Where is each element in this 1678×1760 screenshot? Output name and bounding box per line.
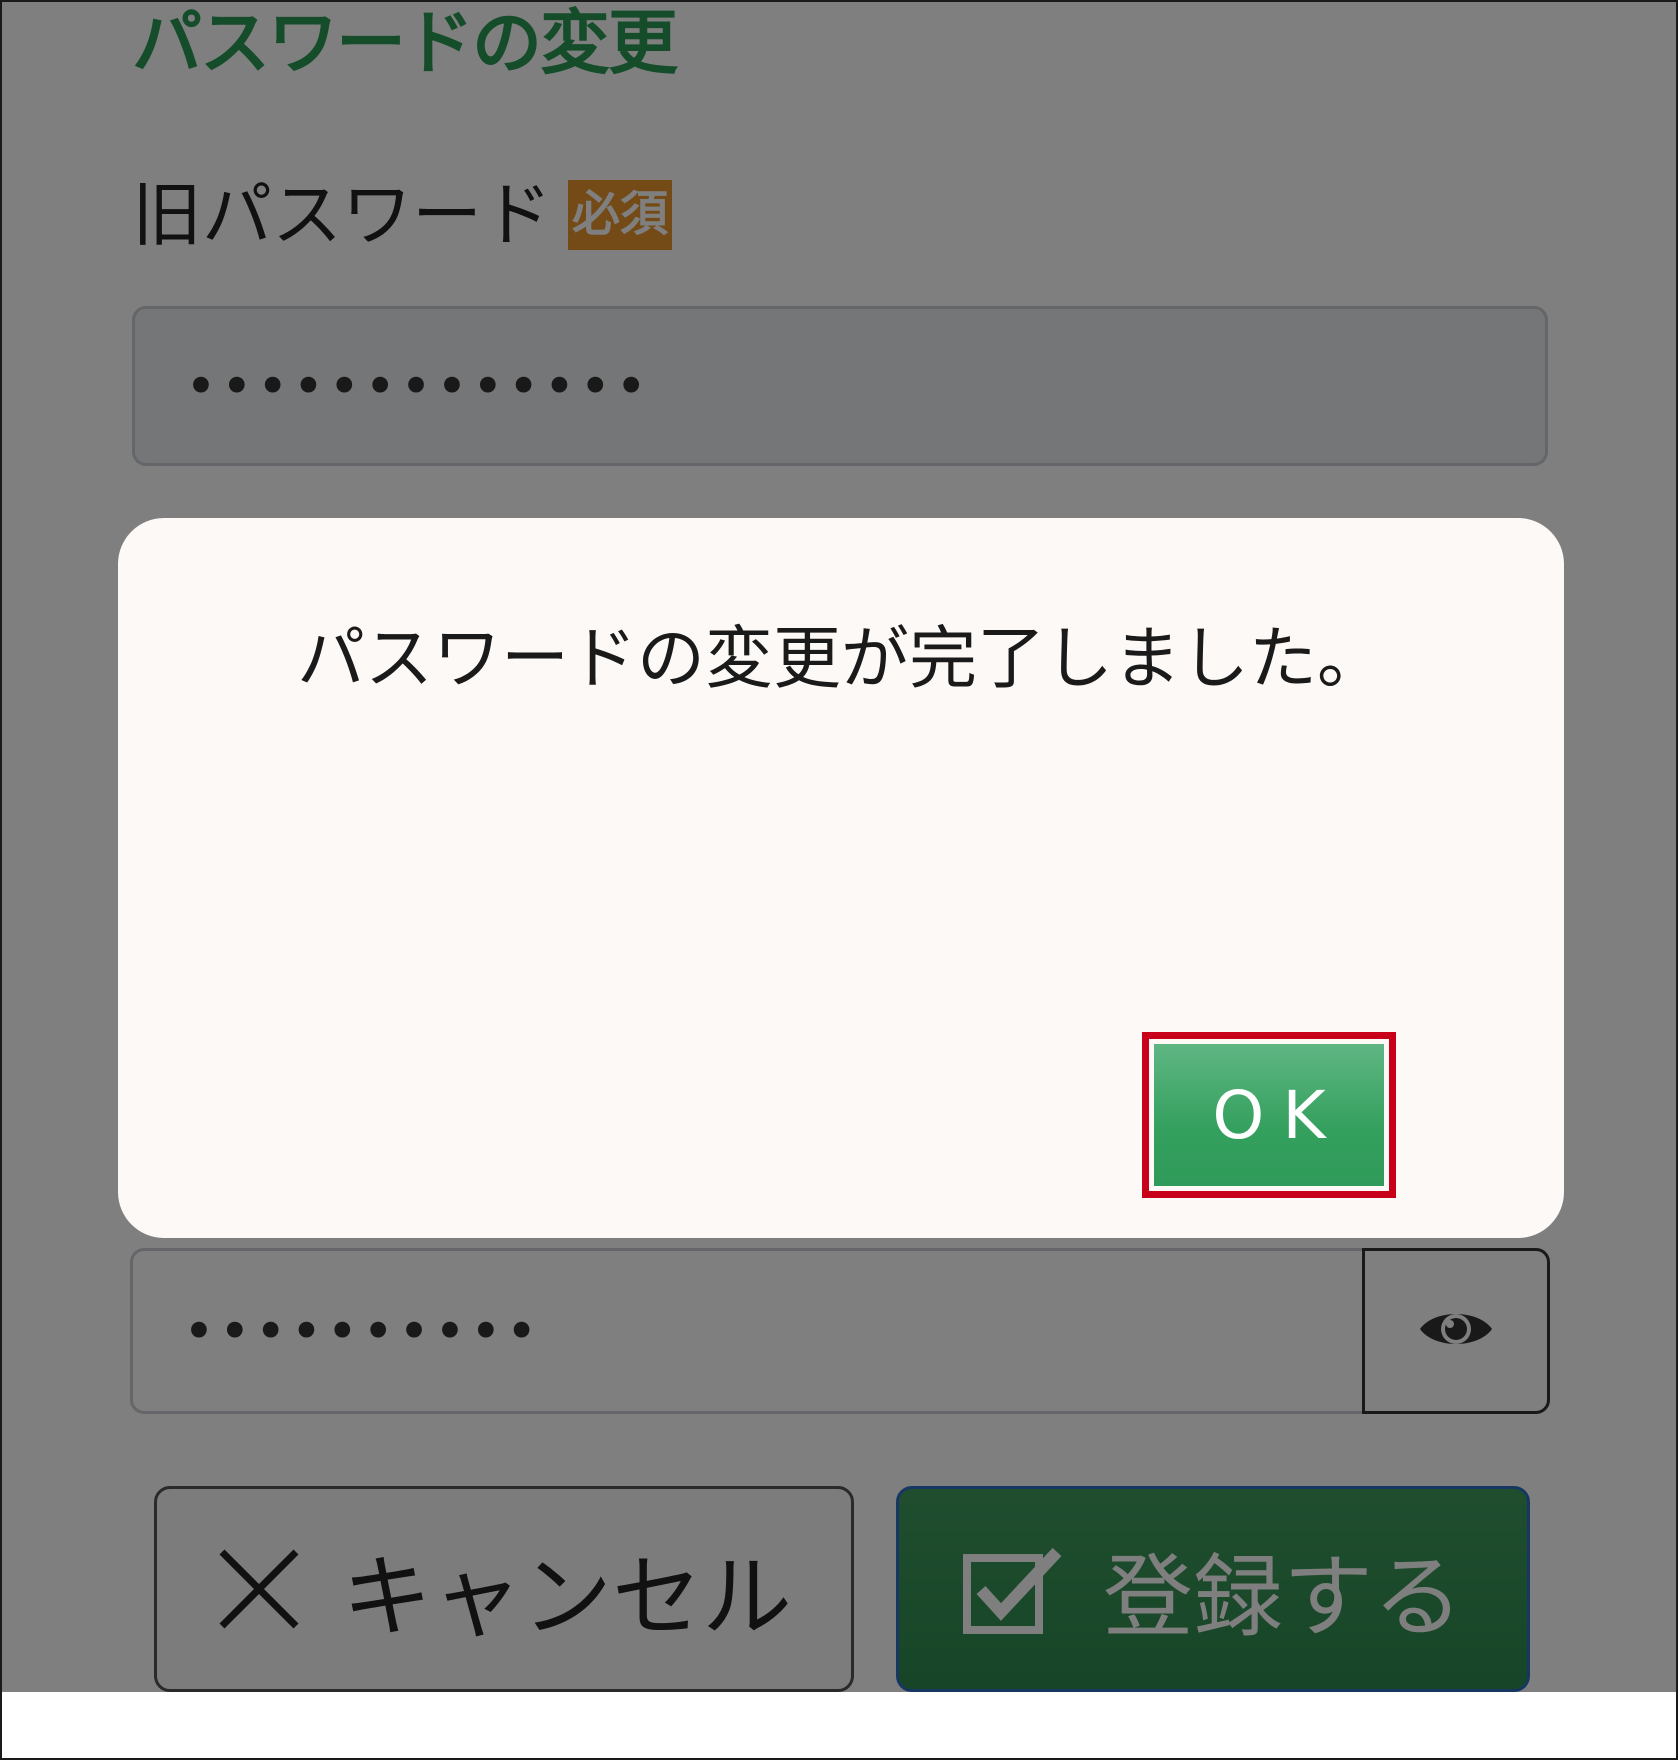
screen: パスワードの変更 旧パスワード 必須 ••••••••••••• •••••••… (0, 0, 1678, 1760)
ok-button-highlight: OK (1142, 1032, 1396, 1198)
completion-dialog: パスワードの変更が完了しました。 OK (118, 518, 1564, 1238)
dialog-message: パスワードの変更が完了しました。 (296, 620, 1385, 699)
ok-button[interactable]: OK (1154, 1044, 1384, 1186)
bottom-strip (2, 1692, 1676, 1758)
